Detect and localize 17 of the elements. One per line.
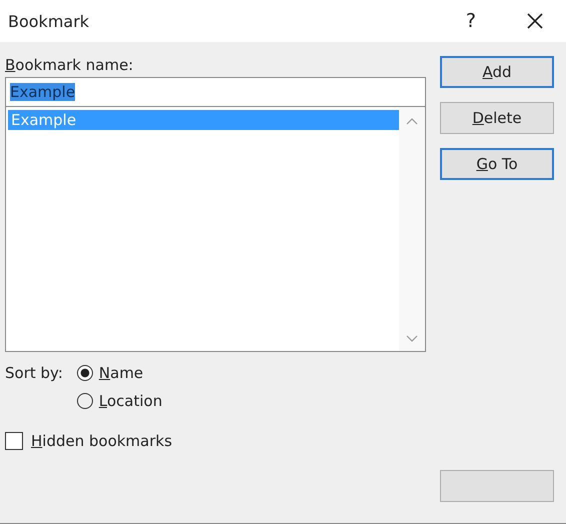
window-title: Bookmark	[8, 12, 90, 30]
scroll-down-icon[interactable]	[406, 335, 418, 343]
scroll-up-icon[interactable]	[406, 117, 418, 125]
radio-label[interactable]: Name	[98, 364, 144, 382]
radio-button[interactable]	[76, 365, 93, 381]
checkbox[interactable]	[5, 432, 23, 450]
radio-button[interactable]	[76, 393, 93, 409]
input-field[interactable]: Example	[5, 77, 426, 107]
field-label: Bookmark name:	[5, 56, 134, 74]
checkbox-label[interactable]: Hidden bookmarks	[31, 432, 172, 450]
help-button[interactable]: ?	[460, 10, 482, 32]
close-icon[interactable]	[526, 12, 544, 30]
radio-label[interactable]: Location	[98, 392, 162, 410]
sort-label: Sort by:	[5, 364, 63, 384]
dialog-button[interactable]: Delete	[440, 102, 554, 134]
dialog-button[interactable]: Add	[440, 56, 554, 88]
dialog-button[interactable]: Go To	[440, 148, 554, 180]
